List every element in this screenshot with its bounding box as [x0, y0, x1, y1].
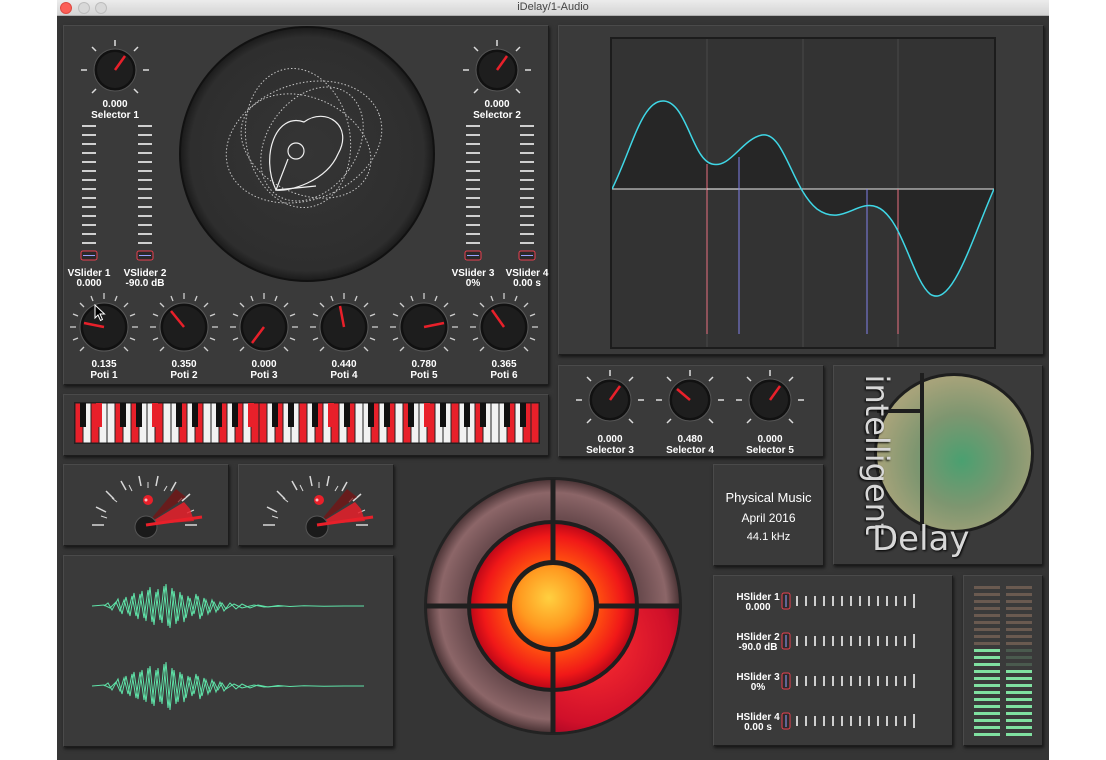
selector-3-value: 0.000	[597, 434, 623, 445]
poti-3-label: Poti 3	[250, 370, 278, 381]
poti-1-value: 0.135	[91, 359, 117, 370]
vslider-2[interactable]	[136, 123, 154, 265]
hslider-3[interactable]	[780, 672, 925, 690]
gauge-1-meter	[84, 469, 208, 541]
waveform-display	[64, 556, 393, 746]
envelope-display-panel	[558, 25, 1044, 355]
vslider-4-value: 0.00 s	[513, 278, 541, 289]
poti-2-label: Poti 2	[170, 370, 198, 381]
gauge-2-panel	[238, 464, 394, 546]
vslider-1-value: 0.000	[76, 278, 102, 289]
selector-2-label: Selector 2	[473, 110, 521, 121]
vslider-2-value: -90.0 dB	[125, 278, 165, 289]
selector-4-label: Selector 4	[666, 445, 714, 456]
selector-1-label: Selector 1	[91, 110, 139, 121]
poti-2-knob[interactable]	[146, 290, 222, 360]
title-bar: iDelay/1-Audio	[57, 0, 1049, 16]
logo-panel: intelligent Delay	[833, 365, 1043, 565]
logo-word-intelligent: intelligent	[858, 374, 896, 536]
info-date: April 2016	[741, 511, 796, 525]
poti-6-knob[interactable]	[466, 290, 542, 360]
vslider-4[interactable]	[518, 123, 536, 265]
gauge-1-panel	[63, 464, 229, 546]
poti-4-knob[interactable]	[306, 290, 382, 360]
poti-4-label: Poti 4	[330, 370, 358, 381]
hslider-2[interactable]	[780, 632, 925, 650]
poti-5-label: Poti 5	[410, 370, 438, 381]
selector-4-knob[interactable]	[653, 368, 727, 432]
logo-word-delay: Delay	[872, 519, 970, 559]
info-sample-rate: 44.1 kHz	[746, 531, 791, 543]
level-meter-right	[1006, 584, 1032, 738]
selector-2-value: 0.000	[484, 99, 510, 110]
info-company: Physical Music	[725, 490, 812, 505]
selector-1-knob[interactable]	[78, 38, 152, 102]
selector-4-value: 0.480	[677, 434, 703, 445]
vslider-1[interactable]	[80, 123, 98, 265]
poti-2-value: 0.350	[171, 359, 197, 370]
poti-6-label: Poti 6	[490, 370, 518, 381]
controls-panel: 0.000 Selector 1 0.000 Selector 2 VSlide…	[63, 25, 549, 385]
mouse-cursor-icon	[94, 304, 106, 322]
poti-3-value: 0.000	[251, 359, 277, 370]
selector-1-value: 0.000	[102, 99, 128, 110]
piano-keyboard[interactable]	[74, 402, 540, 444]
vslider-3[interactable]	[464, 123, 482, 265]
poti-5-value: 0.780	[411, 359, 437, 370]
level-meter-panel	[963, 575, 1043, 746]
selector-3-label: Selector 3	[586, 445, 634, 456]
poti-4-value: 0.440	[331, 359, 357, 370]
logo-orb[interactable]	[872, 371, 1036, 535]
app-window: iDelay/1-Audio 0.000 Selector 1 0.000 Se…	[57, 0, 1049, 760]
main-xy-pad[interactable]	[422, 475, 684, 737]
selectors-panel: 0.000 Selector 3 0.480 Selector 4 0.000 …	[558, 365, 824, 457]
vslider-3-value: 0%	[465, 278, 481, 289]
poti-1-label: Poti 1	[90, 370, 118, 381]
hslider-4[interactable]	[780, 712, 925, 730]
selector-5-knob[interactable]	[733, 368, 807, 432]
hslider-1[interactable]	[780, 592, 925, 610]
selector-5-label: Selector 5	[746, 445, 794, 456]
hsliders-panel: HSlider 1 0.000 HSlider 2 -90.0 dB HSlid…	[713, 575, 953, 746]
window-title: iDelay/1-Audio	[517, 1, 589, 13]
selector-2-knob[interactable]	[460, 38, 534, 102]
gauge-2-meter	[255, 469, 379, 541]
selector-3-knob[interactable]	[573, 368, 647, 432]
level-meter-left	[974, 584, 1000, 738]
envelope-curve-graph[interactable]	[610, 37, 996, 349]
poti-3-knob[interactable]	[226, 290, 302, 360]
poti-6-value: 0.365	[491, 359, 517, 370]
xy-scope-display	[176, 26, 438, 284]
poti-5-knob[interactable]	[386, 290, 462, 360]
info-panel: Physical Music April 2016 44.1 kHz	[713, 464, 824, 566]
keyboard-panel	[63, 394, 549, 456]
poti-1-knob[interactable]	[66, 290, 142, 360]
selector-5-value: 0.000	[757, 434, 783, 445]
waveform-panel	[63, 555, 394, 747]
